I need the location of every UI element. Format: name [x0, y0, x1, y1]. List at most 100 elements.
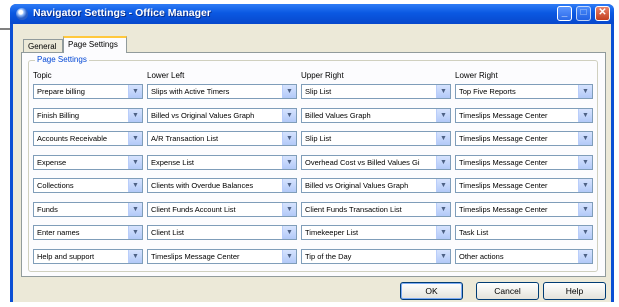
- upper-right-select[interactable]: Client Funds Transaction List ▼: [301, 201, 451, 217]
- chevron-down-icon[interactable]: ▼: [282, 85, 296, 98]
- chevron-down-icon[interactable]: ▼: [282, 155, 296, 169]
- lower-left-select[interactable]: Client List ▼: [147, 225, 297, 240]
- upper-right-select[interactable]: Billed vs Original Values Graph ▼: [301, 178, 451, 193]
- lower-right-select[interactable]: Timeslips Message Center ▼: [455, 107, 593, 123]
- select-value: Expense List: [151, 157, 194, 167]
- select-value: Slip List: [305, 134, 332, 143]
- select-value: Timekeeper List: [305, 228, 359, 237]
- column-header-lower-right: Lower Right: [455, 71, 498, 80]
- tab-page-settings[interactable]: Page Settings: [63, 36, 127, 53]
- dialog-window: Navigator Settings - Office Manager _ □ …: [10, 4, 614, 302]
- chevron-down-icon[interactable]: ▼: [578, 249, 592, 263]
- lower-left-select[interactable]: Slips with Active Timers ▼: [147, 84, 297, 99]
- chevron-down-icon[interactable]: ▼: [578, 108, 592, 122]
- lower-right-select[interactable]: Top Five Reports ▼: [455, 84, 593, 99]
- select-value: Overhead Cost vs Billed Values Gi: [305, 157, 420, 167]
- select-value: Timeslips Message Center: [459, 157, 548, 167]
- select-value: Finish Billing: [37, 110, 80, 120]
- topic-select[interactable]: Finish Billing ▼: [33, 107, 143, 123]
- chevron-down-icon[interactable]: ▼: [128, 202, 142, 216]
- column-header-lower-left: Lower Left: [147, 71, 185, 80]
- chevron-down-icon[interactable]: ▼: [578, 85, 592, 98]
- topic-select[interactable]: Prepare billing ▼: [33, 84, 143, 99]
- chevron-down-icon[interactable]: ▼: [578, 202, 592, 216]
- lower-right-select[interactable]: Other actions ▼: [455, 248, 593, 264]
- lower-left-select[interactable]: A/R Transaction List ▼: [147, 131, 297, 146]
- column-header-topic: Topic: [33, 71, 52, 80]
- select-value: Billed Values Graph: [305, 110, 371, 120]
- ok-button[interactable]: OK: [400, 282, 463, 300]
- navigator-icon: [16, 8, 28, 20]
- select-value: Billed vs Original Values Graph: [305, 181, 409, 190]
- chevron-down-icon[interactable]: ▼: [128, 179, 142, 192]
- lower-right-select[interactable]: Timeslips Message Center ▼: [455, 178, 593, 193]
- chevron-down-icon[interactable]: ▼: [436, 249, 450, 263]
- upper-right-select[interactable]: Slip List ▼: [301, 84, 451, 99]
- lower-left-select[interactable]: Timeslips Message Center ▼: [147, 248, 297, 264]
- chevron-down-icon[interactable]: ▼: [128, 132, 142, 145]
- lower-left-select[interactable]: Client Funds Account List ▼: [147, 201, 297, 217]
- upper-right-select[interactable]: Overhead Cost vs Billed Values Gi ▼: [301, 154, 451, 170]
- select-value: Enter names: [37, 228, 80, 237]
- chevron-down-icon[interactable]: ▼: [578, 226, 592, 239]
- upper-right-select[interactable]: Billed Values Graph ▼: [301, 107, 451, 123]
- select-value: Timeslips Message Center: [459, 110, 548, 120]
- upper-right-select[interactable]: Slip List ▼: [301, 131, 451, 146]
- chevron-down-icon[interactable]: ▼: [436, 226, 450, 239]
- chevron-down-icon[interactable]: ▼: [128, 108, 142, 122]
- lower-left-select[interactable]: Expense List ▼: [147, 154, 297, 170]
- select-value: Slip List: [305, 87, 332, 96]
- chevron-down-icon[interactable]: ▼: [128, 249, 142, 263]
- topic-select[interactable]: Enter names ▼: [33, 225, 143, 240]
- upper-right-select[interactable]: Timekeeper List ▼: [301, 225, 451, 240]
- chevron-down-icon[interactable]: ▼: [128, 226, 142, 239]
- lower-left-select[interactable]: Clients with Overdue Balances ▼: [147, 178, 297, 193]
- select-value: Timeslips Message Center: [151, 251, 240, 261]
- cancel-button[interactable]: Cancel: [476, 282, 539, 300]
- chevron-down-icon[interactable]: ▼: [282, 179, 296, 192]
- help-button[interactable]: Help: [543, 282, 606, 300]
- lower-left-select[interactable]: Billed vs Original Values Graph ▼: [147, 107, 297, 123]
- select-value: Help and support: [37, 251, 95, 261]
- select-value: Client Funds Transaction List: [305, 204, 402, 214]
- chevron-down-icon[interactable]: ▼: [436, 179, 450, 192]
- topic-select[interactable]: Funds ▼: [33, 201, 143, 217]
- chevron-down-icon[interactable]: ▼: [282, 132, 296, 145]
- close-button[interactable]: ✕: [595, 6, 610, 21]
- chevron-down-icon[interactable]: ▼: [436, 155, 450, 169]
- topic-select[interactable]: Collections ▼: [33, 178, 143, 193]
- page-settings-group: Page Settings Topic Lower Left Upper Rig…: [28, 55, 598, 272]
- select-value: Tip of the Day: [305, 251, 352, 261]
- chevron-down-icon[interactable]: ▼: [282, 108, 296, 122]
- select-value: Top Five Reports: [459, 87, 516, 96]
- tab-general[interactable]: General: [23, 39, 63, 52]
- lower-right-select[interactable]: Task List ▼: [455, 225, 593, 240]
- chevron-down-icon[interactable]: ▼: [282, 226, 296, 239]
- chevron-down-icon[interactable]: ▼: [282, 202, 296, 216]
- chevron-down-icon[interactable]: ▼: [436, 108, 450, 122]
- title-bar[interactable]: Navigator Settings - Office Manager _ □ …: [10, 4, 614, 24]
- topic-select[interactable]: Help and support ▼: [33, 248, 143, 264]
- upper-right-select[interactable]: Tip of the Day ▼: [301, 248, 451, 264]
- lower-right-select[interactable]: Timeslips Message Center ▼: [455, 154, 593, 170]
- select-value: Accounts Receivable: [37, 134, 108, 143]
- chevron-down-icon[interactable]: ▼: [128, 85, 142, 98]
- topic-select[interactable]: Expense ▼: [33, 154, 143, 170]
- select-value: Collections: [37, 181, 74, 190]
- chevron-down-icon[interactable]: ▼: [436, 85, 450, 98]
- lower-right-select[interactable]: Timeslips Message Center ▼: [455, 131, 593, 146]
- select-value: Expense: [37, 157, 67, 167]
- topic-select[interactable]: Accounts Receivable ▼: [33, 131, 143, 146]
- select-value: Timeslips Message Center: [459, 181, 548, 190]
- chevron-down-icon[interactable]: ▼: [578, 155, 592, 169]
- chevron-down-icon[interactable]: ▼: [282, 249, 296, 263]
- minimize-button[interactable]: _: [557, 6, 572, 21]
- chevron-down-icon[interactable]: ▼: [128, 155, 142, 169]
- chevron-down-icon[interactable]: ▼: [436, 132, 450, 145]
- chevron-down-icon[interactable]: ▼: [578, 179, 592, 192]
- select-value: Timeslips Message Center: [459, 204, 548, 214]
- maximize-button[interactable]: □: [576, 6, 591, 21]
- lower-right-select[interactable]: Timeslips Message Center ▼: [455, 201, 593, 217]
- chevron-down-icon[interactable]: ▼: [436, 202, 450, 216]
- chevron-down-icon[interactable]: ▼: [578, 132, 592, 145]
